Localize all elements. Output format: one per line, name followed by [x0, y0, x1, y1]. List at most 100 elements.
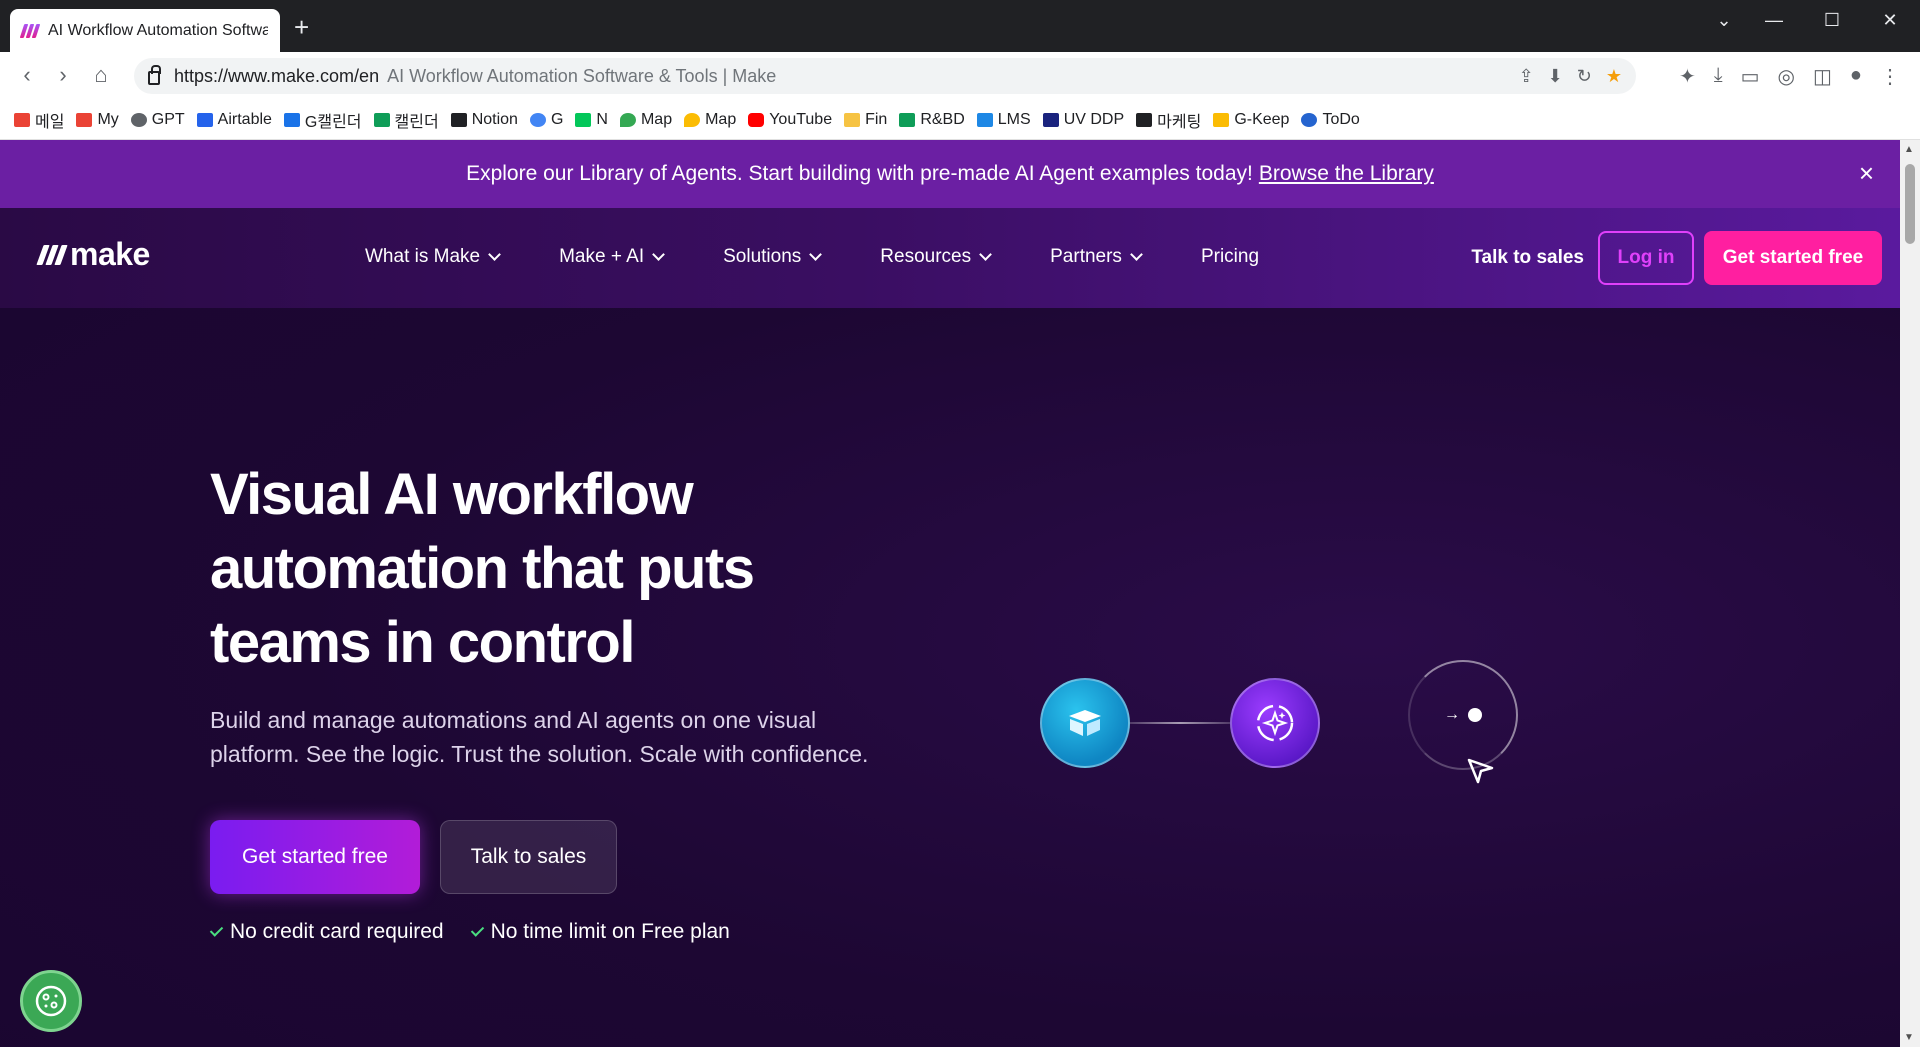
- bookmark-item[interactable]: G캘린더: [283, 108, 362, 132]
- bookmark-item[interactable]: 캘린더: [373, 108, 439, 132]
- chevron-down-icon: [488, 248, 501, 261]
- checkmark-icon: [209, 923, 224, 937]
- bookmark-star-icon[interactable]: ★: [1606, 66, 1622, 87]
- chevron-down-icon: [809, 248, 823, 261]
- home-icon[interactable]: ⌂: [86, 62, 116, 88]
- todo-icon: [1301, 112, 1318, 127]
- browse-library-link[interactable]: Browse the Library: [1259, 162, 1434, 186]
- bookmark-item[interactable]: Airtable: [196, 111, 272, 129]
- reload-icon[interactable]: ↻: [1577, 66, 1592, 87]
- banner-text: Explore our Library of Agents. Start bui…: [466, 162, 1253, 185]
- hero-title: Visual AI workflow automation that puts …: [210, 462, 755, 675]
- google-icon: [529, 112, 546, 127]
- bookmark-item[interactable]: Map: [684, 111, 736, 129]
- calendar-icon: [373, 112, 390, 127]
- forward-icon[interactable]: ›: [48, 62, 78, 88]
- announcement-banner: Explore our Library of Agents. Start bui…: [0, 140, 1900, 208]
- web-page: Explore our Library of Agents. Start bui…: [0, 140, 1900, 1047]
- ai-sparkle-module-icon: [1230, 678, 1320, 768]
- make-logo-icon: [36, 244, 68, 265]
- bookmark-item[interactable]: LMS: [976, 111, 1031, 129]
- bookmark-item[interactable]: R&BD: [899, 111, 965, 129]
- get-started-nav-button[interactable]: Get started free: [1704, 231, 1882, 285]
- minimize-button[interactable]: —: [1754, 10, 1794, 31]
- url-text: https://www.make.com/en: [174, 65, 380, 86]
- chevron-down-icon: [979, 248, 992, 261]
- connector-line: [1130, 722, 1230, 724]
- nav-item-partners[interactable]: Partners: [1050, 246, 1143, 268]
- scroll-down-icon[interactable]: ▼: [1904, 1032, 1914, 1043]
- airtable-icon: [196, 112, 213, 127]
- profile-avatar[interactable]: ●: [1850, 64, 1862, 89]
- talk-to-sales-button[interactable]: Talk to sales: [440, 820, 617, 894]
- bookmark-item[interactable]: UV DDP: [1042, 111, 1124, 129]
- tab-search-icon[interactable]: ⌄: [1704, 10, 1744, 31]
- calendar-icon: [283, 112, 300, 127]
- cookie-settings-button[interactable]: [20, 970, 82, 1032]
- bookmark-item[interactable]: 메일: [14, 108, 64, 132]
- cookie-icon: [35, 985, 67, 1017]
- folder-icon: [976, 112, 993, 127]
- install-icon[interactable]: ⬇: [1548, 66, 1563, 87]
- nav-item-solutions[interactable]: Solutions: [723, 246, 823, 268]
- bookmark-item[interactable]: Notion: [450, 111, 518, 129]
- bookmark-item[interactable]: YouTube: [748, 111, 832, 129]
- naver-icon: [575, 112, 592, 127]
- address-bar[interactable]: https://www.make.com/en AI Workflow Auto…: [134, 58, 1636, 94]
- nav-item-make-ai[interactable]: Make + AI: [559, 246, 665, 268]
- make-favicon-icon: [19, 23, 41, 38]
- hero-checklist: No credit card required No time limit on…: [209, 920, 730, 944]
- share-icon[interactable]: ⇪: [1519, 66, 1534, 87]
- scroll-thumb[interactable]: [1905, 164, 1915, 244]
- bookmark-item[interactable]: My: [76, 111, 119, 129]
- talk-to-sales-link[interactable]: Talk to sales: [1471, 247, 1584, 269]
- sidebar-icon[interactable]: ◫: [1813, 64, 1832, 89]
- downloads-icon[interactable]: ⤓: [1714, 64, 1723, 89]
- lock-icon: [148, 65, 161, 85]
- box-module-icon: [1040, 678, 1130, 768]
- screenshot-icon[interactable]: ◎: [1778, 64, 1795, 89]
- close-icon[interactable]: ×: [1859, 158, 1874, 189]
- map-pin-icon: [619, 112, 636, 127]
- scroll-up-icon[interactable]: ▲: [1904, 144, 1914, 155]
- nav-item-resources[interactable]: Resources: [880, 246, 992, 268]
- nav-item-pricing[interactable]: Pricing: [1201, 246, 1259, 268]
- extensions-icon[interactable]: ✦: [1679, 64, 1696, 89]
- bookmark-item[interactable]: G: [529, 111, 563, 129]
- bookmark-item[interactable]: Fin: [844, 111, 887, 129]
- maximize-button[interactable]: ☐: [1812, 10, 1852, 31]
- dot-icon: [1468, 708, 1482, 722]
- folder-icon: [76, 112, 93, 127]
- browser-tab[interactable]: AI Workflow Automation Softwa: [10, 9, 280, 52]
- tab-title: AI Workflow Automation Softwa: [48, 21, 268, 39]
- chevron-down-icon: [1130, 248, 1143, 261]
- back-icon[interactable]: ‹: [12, 62, 42, 88]
- bookmark-item[interactable]: G-Keep: [1213, 111, 1289, 129]
- bookmarks-bar: 메일 My GPT Airtable G캘린더 캘린더 Notion G N M…: [0, 100, 1920, 140]
- close-window-button[interactable]: ✕: [1870, 10, 1910, 31]
- chevron-down-icon: [652, 248, 665, 261]
- bookmark-item[interactable]: ToDo: [1301, 111, 1360, 129]
- video-icon[interactable]: ▭: [1741, 64, 1760, 89]
- bookmark-item[interactable]: N: [575, 111, 608, 129]
- workflow-illustration: →: [1030, 630, 1530, 810]
- bookmark-item[interactable]: GPT: [130, 111, 185, 129]
- login-button[interactable]: Log in: [1598, 231, 1694, 285]
- bookmark-item[interactable]: 마케팅: [1136, 108, 1201, 132]
- folder-icon: [899, 112, 916, 127]
- folder-icon: [1042, 112, 1059, 127]
- main-menu: What is Make Make + AI Solutions Resourc…: [365, 246, 1259, 268]
- folder-icon: [14, 112, 30, 127]
- bookmark-item[interactable]: Map: [619, 111, 672, 129]
- menu-icon[interactable]: ⋮: [1880, 64, 1900, 89]
- make-logo[interactable]: make: [36, 236, 150, 273]
- page-scrollbar[interactable]: ▲ ▼: [1900, 140, 1920, 1047]
- browser-toolbar: ‹ › ⌂ https://www.make.com/en AI Workflo…: [0, 52, 1920, 100]
- get-started-button[interactable]: Get started free: [210, 820, 420, 894]
- notion-icon: [1136, 112, 1153, 127]
- arrow-right-icon: →: [1444, 706, 1460, 723]
- new-tab-button[interactable]: +: [294, 14, 309, 40]
- site-navbar: make What is Make Make + AI Solutions Re…: [0, 208, 1900, 308]
- browser-titlebar: AI Workflow Automation Softwa + ⌄ — ☐ ✕: [0, 0, 1920, 52]
- nav-item-what-is-make[interactable]: What is Make: [365, 246, 501, 268]
